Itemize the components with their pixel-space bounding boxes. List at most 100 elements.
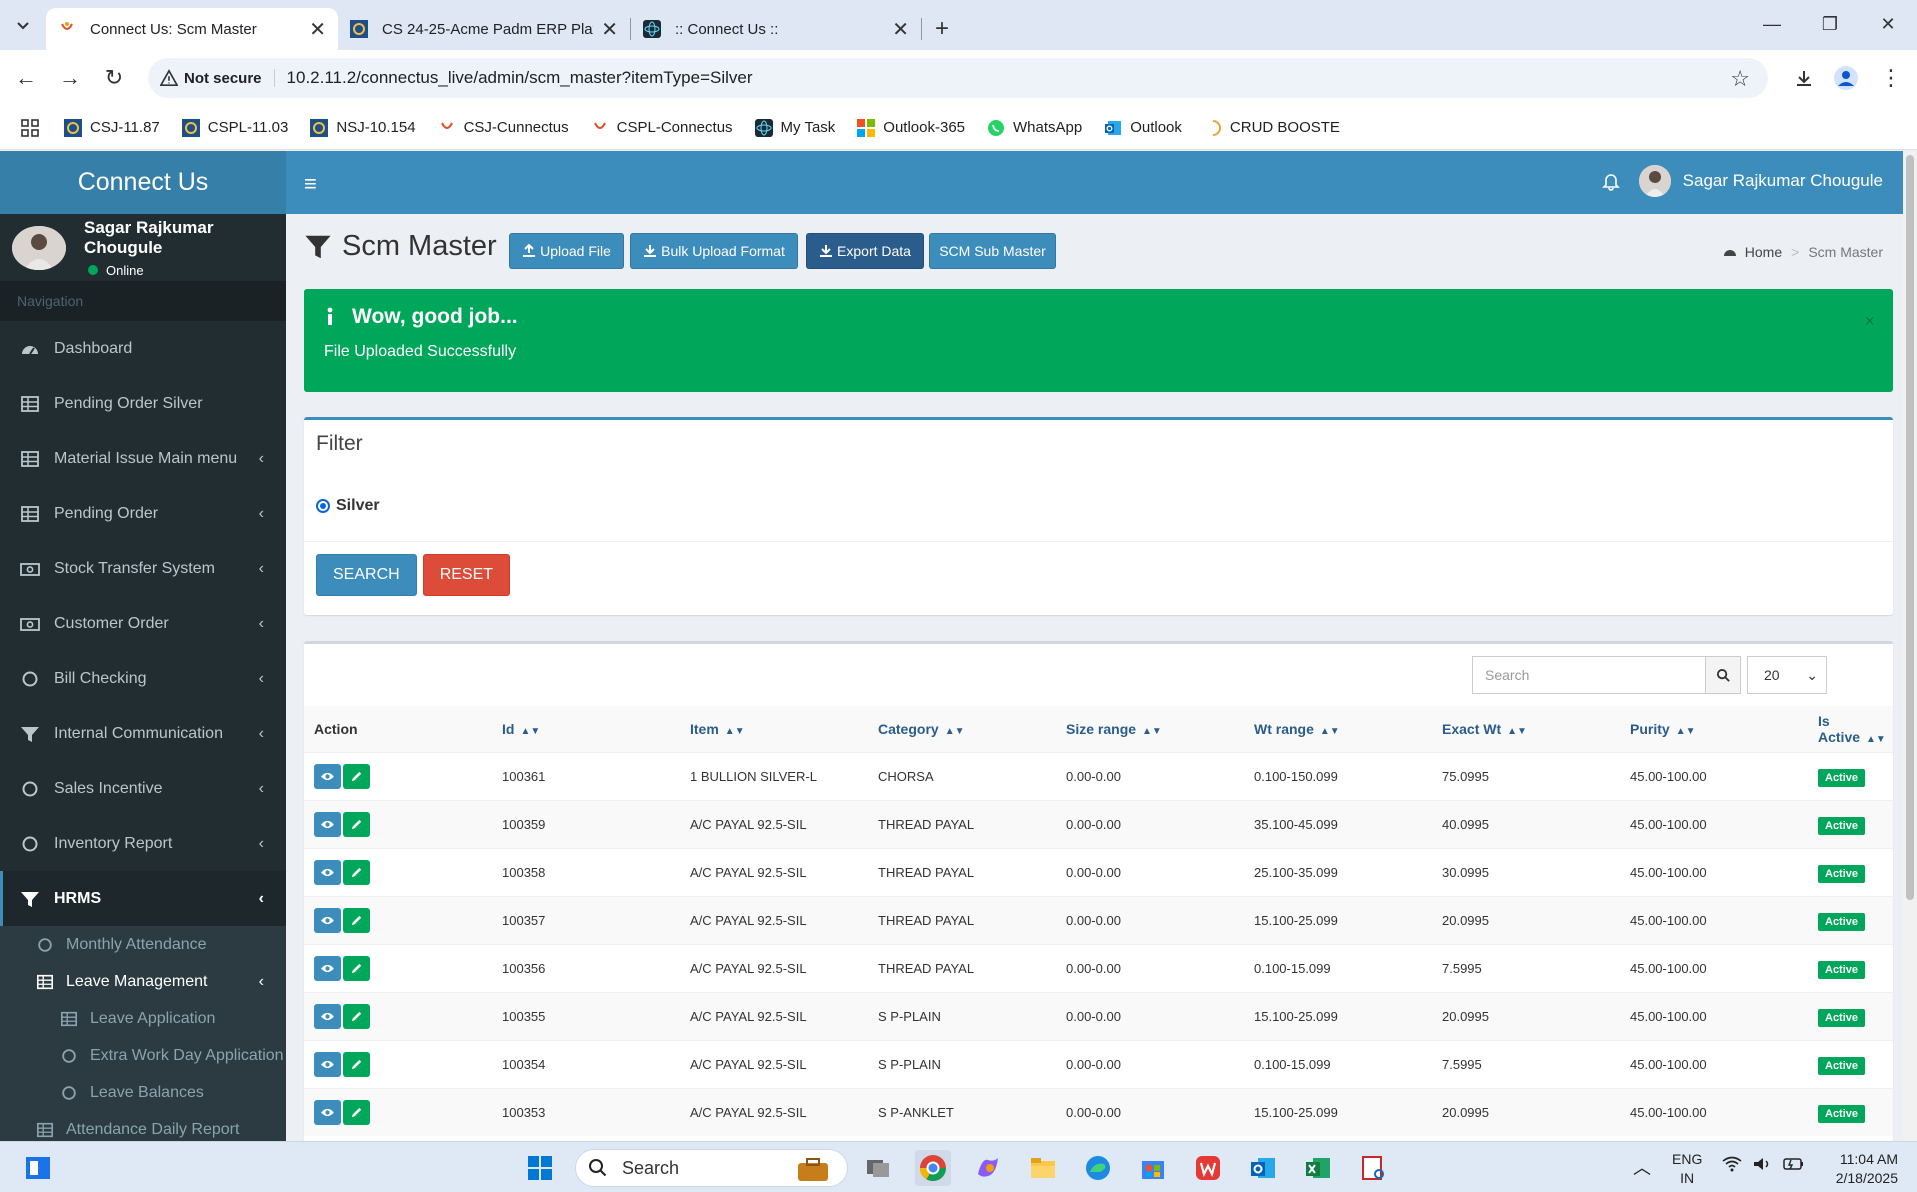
edit-button[interactable] — [343, 955, 370, 981]
bookmark-outlook[interactable]: Outlook — [1104, 119, 1182, 137]
edit-button[interactable] — [343, 763, 370, 789]
bookmark-star-icon[interactable]: ☆ — [1730, 66, 1750, 92]
scrollbar-thumb[interactable] — [1906, 155, 1914, 900]
file-explorer-icon[interactable] — [1025, 1150, 1061, 1186]
page-size-select[interactable]: 20 ⌄ — [1747, 656, 1827, 694]
minimize-icon[interactable]: — — [1743, 0, 1801, 48]
sidebar-subitem-leave-application[interactable]: Leave Application — [0, 1000, 286, 1037]
apps-grid-icon[interactable] — [20, 118, 40, 138]
chrome-icon[interactable] — [915, 1150, 951, 1186]
view-button[interactable] — [314, 859, 341, 885]
sidebar-subitem-extra-work-day-application[interactable]: Extra Work Day Application — [0, 1037, 286, 1074]
task-view-icon[interactable] — [860, 1150, 896, 1186]
sort-icon[interactable]: ▲▼ — [1507, 726, 1527, 737]
edit-button[interactable] — [343, 1099, 370, 1125]
sidebar-item-customer-order[interactable]: Customer Order ‹ — [0, 596, 286, 651]
browser-tab[interactable]: CS 24-25-Acme Padm ERP Platf ✕ — [338, 8, 630, 50]
sidebar-item-sales-incentive[interactable]: Sales Incentive ‹ — [0, 761, 286, 816]
column-header-purity[interactable]: Purity ▲▼ — [1620, 706, 1808, 752]
bookmark-my-task[interactable]: My Task — [754, 118, 835, 137]
forward-icon[interactable]: → — [52, 60, 88, 96]
close-tab-icon[interactable]: ✕ — [892, 17, 909, 42]
copilot-icon[interactable] — [970, 1150, 1006, 1186]
close-alert-icon[interactable]: × — [1864, 311, 1875, 332]
column-header-id[interactable]: Id ▲▼ — [492, 706, 680, 752]
column-header-size-range[interactable]: Size range ▲▼ — [1056, 706, 1244, 752]
search-button[interactable]: SEARCH — [316, 554, 417, 596]
sort-icon[interactable]: ▲▼ — [945, 726, 965, 737]
widgets-icon[interactable] — [20, 1150, 56, 1186]
sidebar-item-pending-order[interactable]: Pending Order ‹ — [0, 486, 286, 541]
not-secure-indicator[interactable]: Not secure — [160, 69, 275, 87]
edit-button[interactable] — [343, 1051, 370, 1077]
wps-office-icon[interactable] — [1190, 1150, 1226, 1186]
sort-icon[interactable]: ▲▼ — [725, 726, 745, 737]
sort-icon[interactable]: ▲▼ — [520, 726, 540, 737]
view-button[interactable] — [314, 763, 341, 789]
close-tab-icon[interactable]: ✕ — [601, 17, 618, 42]
view-button[interactable] — [314, 811, 341, 837]
sidebar-item-dashboard[interactable]: Dashboard — [0, 321, 286, 376]
sort-icon[interactable]: ▲▼ — [1320, 726, 1340, 737]
sort-icon[interactable]: ▲▼ — [1142, 726, 1162, 737]
sidebar-subitem-attendance-daily-report[interactable]: Attendance Daily Report — [0, 1111, 286, 1141]
back-icon[interactable]: ← — [8, 60, 44, 96]
app-logo[interactable]: Connect Us — [0, 151, 286, 214]
bookmark-cspl-connectus[interactable]: CSPL-Connectus — [591, 119, 733, 137]
download-icon[interactable] — [1786, 60, 1822, 96]
bookmark-cspl-1103[interactable]: CSPL-11.03 — [181, 118, 288, 137]
sidebar-item-bill-checking[interactable]: Bill Checking ‹ — [0, 651, 286, 706]
bookmark-crud-booste[interactable]: CRUD BOOSTE — [1204, 119, 1340, 137]
column-header-exact-wt[interactable]: Exact Wt ▲▼ — [1432, 706, 1620, 752]
wifi-icon[interactable] — [1722, 1156, 1742, 1172]
breadcrumb-home-link[interactable]: Home — [1745, 244, 1782, 260]
sort-icon[interactable]: ▲▼ — [1866, 734, 1886, 745]
scm-sub-master-button[interactable]: SCM Sub Master — [929, 233, 1056, 269]
edge-icon[interactable] — [1080, 1150, 1116, 1186]
browser-tab[interactable]: :: Connect Us :: ✕ — [631, 8, 921, 50]
sidebar-subitem-leave-management[interactable]: Leave Management ‹ — [0, 963, 286, 1000]
sidebar-item-pending-order-silver[interactable]: Pending Order Silver — [0, 376, 286, 431]
profile-icon[interactable] — [1828, 60, 1864, 96]
export-data-button[interactable]: Export Data — [806, 233, 924, 269]
clock[interactable]: 11:04 AM 2/18/2025 — [1818, 1150, 1898, 1188]
url-text[interactable]: 10.2.11.2/connectus_live/admin/scm_maste… — [287, 68, 753, 88]
column-header-is-active[interactable]: Is Active ▲▼ — [1808, 706, 1893, 752]
top-user-menu[interactable]: Sagar Rajkumar Chougule — [1638, 165, 1883, 197]
store-icon[interactable] — [1135, 1150, 1171, 1186]
new-tab-button[interactable]: + — [922, 8, 962, 50]
bookmark-nsj-10154[interactable]: NSJ-10.154 — [310, 118, 416, 137]
view-button[interactable] — [314, 955, 341, 981]
silver-radio[interactable] — [316, 498, 330, 513]
outlook-icon[interactable] — [1245, 1150, 1281, 1186]
view-button[interactable] — [314, 1051, 341, 1077]
excel-icon[interactable] — [1300, 1150, 1336, 1186]
edit-button[interactable] — [343, 907, 370, 933]
close-tab-icon[interactable]: ✕ — [309, 17, 326, 42]
column-header-category[interactable]: Category ▲▼ — [868, 706, 1056, 752]
tab-search-icon[interactable] — [0, 0, 46, 50]
restore-icon[interactable]: ❐ — [1801, 0, 1859, 48]
upload-file-button[interactable]: Upload File — [509, 233, 624, 269]
table-search-input[interactable]: Search — [1472, 656, 1706, 694]
bookmark-outlook-365[interactable]: Outlook-365 — [857, 118, 965, 137]
bookmark-csj-cunnectus[interactable]: CSJ-Cunnectus — [438, 119, 569, 137]
omnibox[interactable]: Not secure 10.2.11.2/connectus_live/admi… — [148, 58, 1768, 98]
column-header-wt-range[interactable]: Wt range ▲▼ — [1244, 706, 1432, 752]
sidebar-subitem-monthly-attendance[interactable]: Monthly Attendance — [0, 926, 286, 963]
bulk-upload-format-button[interactable]: Bulk Upload Format — [630, 233, 798, 269]
bookmark-whatsapp[interactable]: WhatsApp — [987, 119, 1082, 137]
search-icon[interactable] — [1705, 656, 1741, 694]
sidebar-item-internal-communication[interactable]: Internal Communication ‹ — [0, 706, 286, 761]
edit-button[interactable] — [343, 859, 370, 885]
language-indicator[interactable]: ENG IN — [1672, 1150, 1702, 1188]
sidebar-item-inventory-report[interactable]: Inventory Report ‹ — [0, 816, 286, 871]
taskbar-search-input[interactable]: Search — [575, 1149, 848, 1187]
edit-button[interactable] — [343, 811, 370, 837]
browser-tab[interactable]: Connect Us: Scm Master ✕ — [46, 8, 338, 50]
sidebar-item-stock-transfer-system[interactable]: Stock Transfer System ‹ — [0, 541, 286, 596]
volume-icon[interactable] — [1752, 1156, 1772, 1172]
column-header-item[interactable]: Item ▲▼ — [680, 706, 868, 752]
reset-button[interactable]: RESET — [422, 554, 511, 596]
start-icon[interactable] — [522, 1150, 558, 1186]
